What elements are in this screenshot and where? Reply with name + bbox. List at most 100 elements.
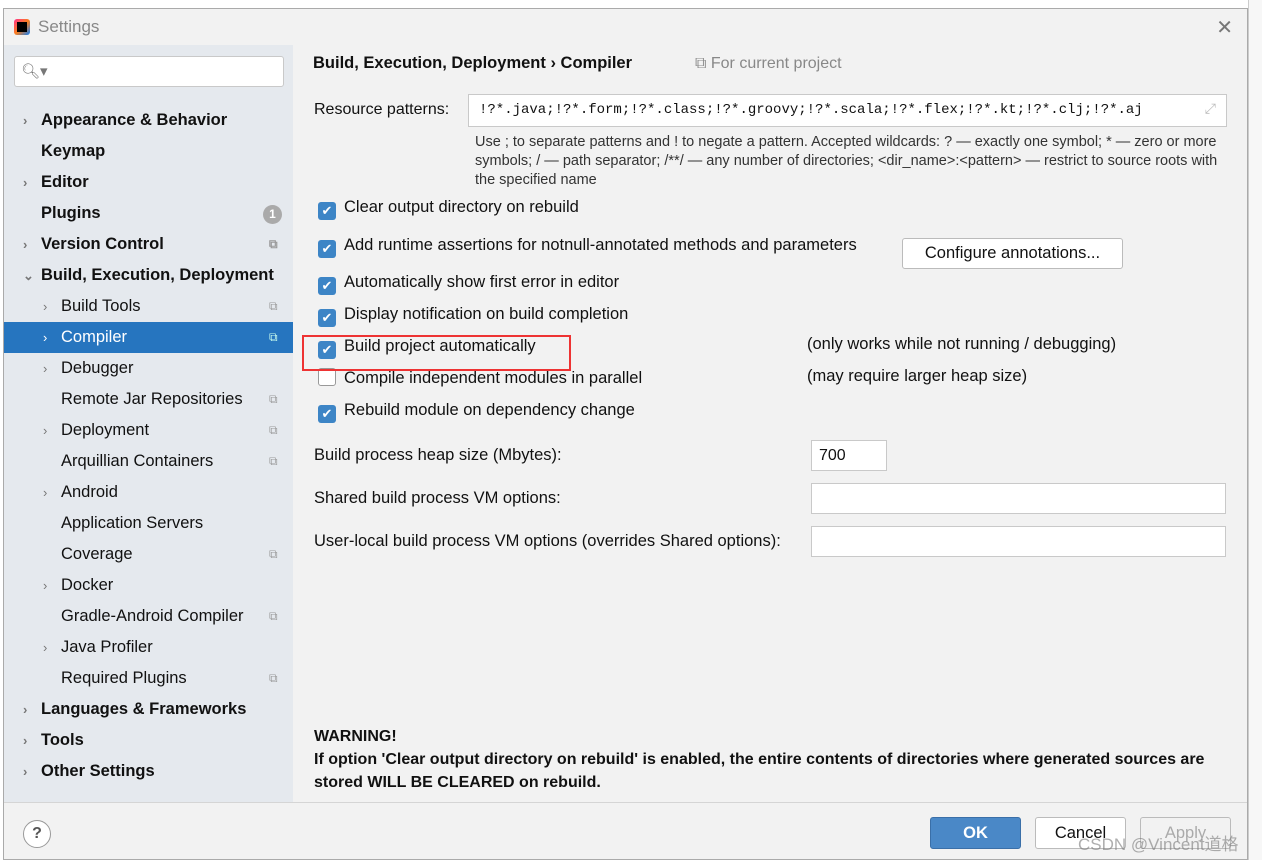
tree-item-label: Android [61, 483, 118, 501]
tree-item[interactable]: › Debugger [4, 353, 293, 384]
tree-item[interactable]: › Languages & Frameworks [4, 694, 293, 725]
tree-item[interactable]: › Editor [4, 167, 293, 198]
project-scope-icon: ⧉ [269, 423, 278, 437]
close-icon[interactable]: ✕ [1216, 15, 1233, 40]
tree-item-label: Appearance & Behavior [41, 111, 228, 129]
heap-size-label: Build process heap size (Mbytes): [314, 446, 562, 464]
checkbox-option[interactable]: ✔ Automatically show first error in edito… [318, 271, 620, 295]
checkbox-option[interactable]: ✔ Rebuild module on dependency change [318, 399, 635, 423]
update-badge: 1 [263, 205, 282, 224]
help-button[interactable]: ? [23, 820, 51, 848]
tree-item-label: Editor [41, 173, 89, 191]
tree-item-label: Gradle-Android Compiler [61, 607, 244, 625]
tree-item[interactable]: › Version Control ⧉ [4, 229, 293, 260]
checkbox-icon[interactable]: ✔ [318, 405, 336, 423]
checkbox-label: Automatically show first error in editor [344, 273, 620, 291]
chevron-right-icon[interactable]: › [43, 353, 47, 384]
checkbox-label: Compile independent modules in parallel [344, 369, 643, 387]
tree-item[interactable]: ⌄ Build, Execution, Deployment [4, 260, 293, 291]
chevron-right-icon[interactable]: › [43, 570, 47, 601]
configure-annotations-button[interactable]: Configure annotations... [902, 238, 1123, 269]
search-input[interactable]: 🔍︎▾ [14, 56, 284, 87]
chevron-right-icon[interactable]: › [23, 105, 27, 136]
option-note: (may require larger heap size) [807, 367, 1028, 385]
checkbox-option[interactable]: ✔ Add runtime assertions for notnull-anno… [318, 234, 857, 258]
tree-item[interactable]: › Java Profiler [4, 632, 293, 663]
tree-item[interactable]: › Deployment ⧉ [4, 415, 293, 446]
tree-item[interactable]: Plugins 1 [4, 198, 293, 229]
background-window [1248, 0, 1262, 860]
tree-item[interactable]: Coverage ⧉ [4, 539, 293, 570]
tree-item-label: Coverage [61, 545, 133, 563]
project-scope-icon: ⧉ [269, 330, 278, 344]
chevron-right-icon[interactable]: › [23, 229, 27, 260]
tree-item-label: Deployment [61, 421, 150, 439]
chevron-right-icon[interactable]: › [43, 291, 47, 322]
title-bar: Settings ✕ [4, 9, 1247, 45]
tree-item[interactable]: Required Plugins ⧉ [4, 663, 293, 694]
tree-item-label: Build Tools [61, 297, 141, 315]
tree-item[interactable]: Gradle-Android Compiler ⧉ [4, 601, 293, 632]
resource-patterns-input[interactable]: !?*.java;!?*.form;!?*.class;!?*.groovy;!… [468, 94, 1227, 127]
shared-vm-options-input[interactable] [811, 483, 1226, 514]
checkbox-option[interactable]: ✔ Display notification on build completio… [318, 303, 628, 327]
checkbox-label: Add runtime assertions for notnull-annot… [344, 236, 857, 254]
tree-item[interactable]: › Android [4, 477, 293, 508]
chevron-right-icon[interactable]: › [23, 167, 27, 198]
chevron-right-icon[interactable]: › [23, 725, 27, 756]
chevron-right-icon[interactable]: › [23, 694, 27, 725]
tree-item[interactable]: › Docker [4, 570, 293, 601]
sidebar: 🔍︎▾ › Appearance & Behavior Keymap › Editor P… [4, 45, 293, 802]
heap-size-input[interactable]: 700 [811, 440, 887, 471]
chevron-right-icon[interactable]: › [43, 632, 47, 663]
resource-patterns-hint: Use ; to separate patterns and ! to nega… [475, 134, 1218, 188]
checkbox-icon[interactable]: ✔ [318, 240, 336, 258]
compiler-panel: Build, Execution, Deployment › Compiler … [293, 45, 1247, 802]
tree-item[interactable]: Application Servers [4, 508, 293, 539]
tree-item-label: Plugins [41, 204, 101, 222]
option-note: (only works while not running / debuggin… [807, 335, 1117, 353]
warning: WARNING! If option 'Clear output director… [314, 725, 1214, 794]
warning-title: WARNING! [314, 728, 397, 745]
tree-item[interactable]: › Compiler ⧉ [4, 322, 293, 353]
tree-item-label: Docker [61, 576, 114, 594]
tree-item-label: Other Settings [41, 762, 155, 780]
checkbox-label: Rebuild module on dependency change [344, 401, 635, 419]
tree-item[interactable]: Keymap [4, 136, 293, 167]
project-scope-icon: ⧉ [269, 237, 278, 251]
highlight-box [302, 335, 571, 371]
tree-item-label: Remote Jar Repositories [61, 390, 243, 408]
tree-item[interactable]: › Build Tools ⧉ [4, 291, 293, 322]
tree-item[interactable]: Arquillian Containers ⧉ [4, 446, 293, 477]
expand-icon[interactable]: ⤢ [1205, 95, 1216, 126]
chevron-right-icon[interactable]: › [23, 756, 27, 787]
chevron-down-icon[interactable]: ⌄ [23, 260, 34, 291]
ok-button[interactable]: OK [930, 817, 1021, 849]
checkbox-icon[interactable]: ✔ [318, 202, 336, 220]
intellij-icon [14, 19, 30, 35]
local-vm-options-label: User-local build process VM options (ove… [314, 532, 781, 550]
tree-item-label: Debugger [61, 359, 134, 377]
checkbox-option[interactable]: ✔ Clear output directory on rebuild [318, 196, 579, 220]
tree-item[interactable]: Remote Jar Repositories ⧉ [4, 384, 293, 415]
tree-item[interactable]: › Appearance & Behavior [4, 105, 293, 136]
settings-dialog: Settings ✕ 🔍︎▾ › Appearance & Behavior Key… [3, 8, 1248, 860]
tree-item-label: Keymap [41, 142, 106, 160]
tree-item[interactable]: › Tools [4, 725, 293, 756]
project-scope-icon: ⧉ [269, 299, 278, 313]
resource-patterns-label: Resource patterns: [314, 101, 450, 118]
chevron-right-icon[interactable]: › [43, 322, 47, 353]
project-scope-icon: ⧉ [269, 454, 278, 468]
local-vm-options-input[interactable] [811, 526, 1226, 557]
tree-item[interactable]: › Other Settings [4, 756, 293, 787]
tree-item-label: Build, Execution, Deployment [41, 266, 274, 284]
tree-item-label: Application Servers [61, 514, 204, 532]
checkbox-icon[interactable]: ✔ [318, 309, 336, 327]
project-scope-icon: ⧉ [269, 671, 278, 685]
footer: ? OK Cancel Apply [4, 802, 1247, 860]
chevron-right-icon[interactable]: › [43, 477, 47, 508]
chevron-right-icon[interactable]: › [43, 415, 47, 446]
checkbox-label: Clear output directory on rebuild [344, 198, 579, 216]
tree-item-label: Version Control [41, 235, 164, 253]
checkbox-icon[interactable]: ✔ [318, 277, 336, 295]
